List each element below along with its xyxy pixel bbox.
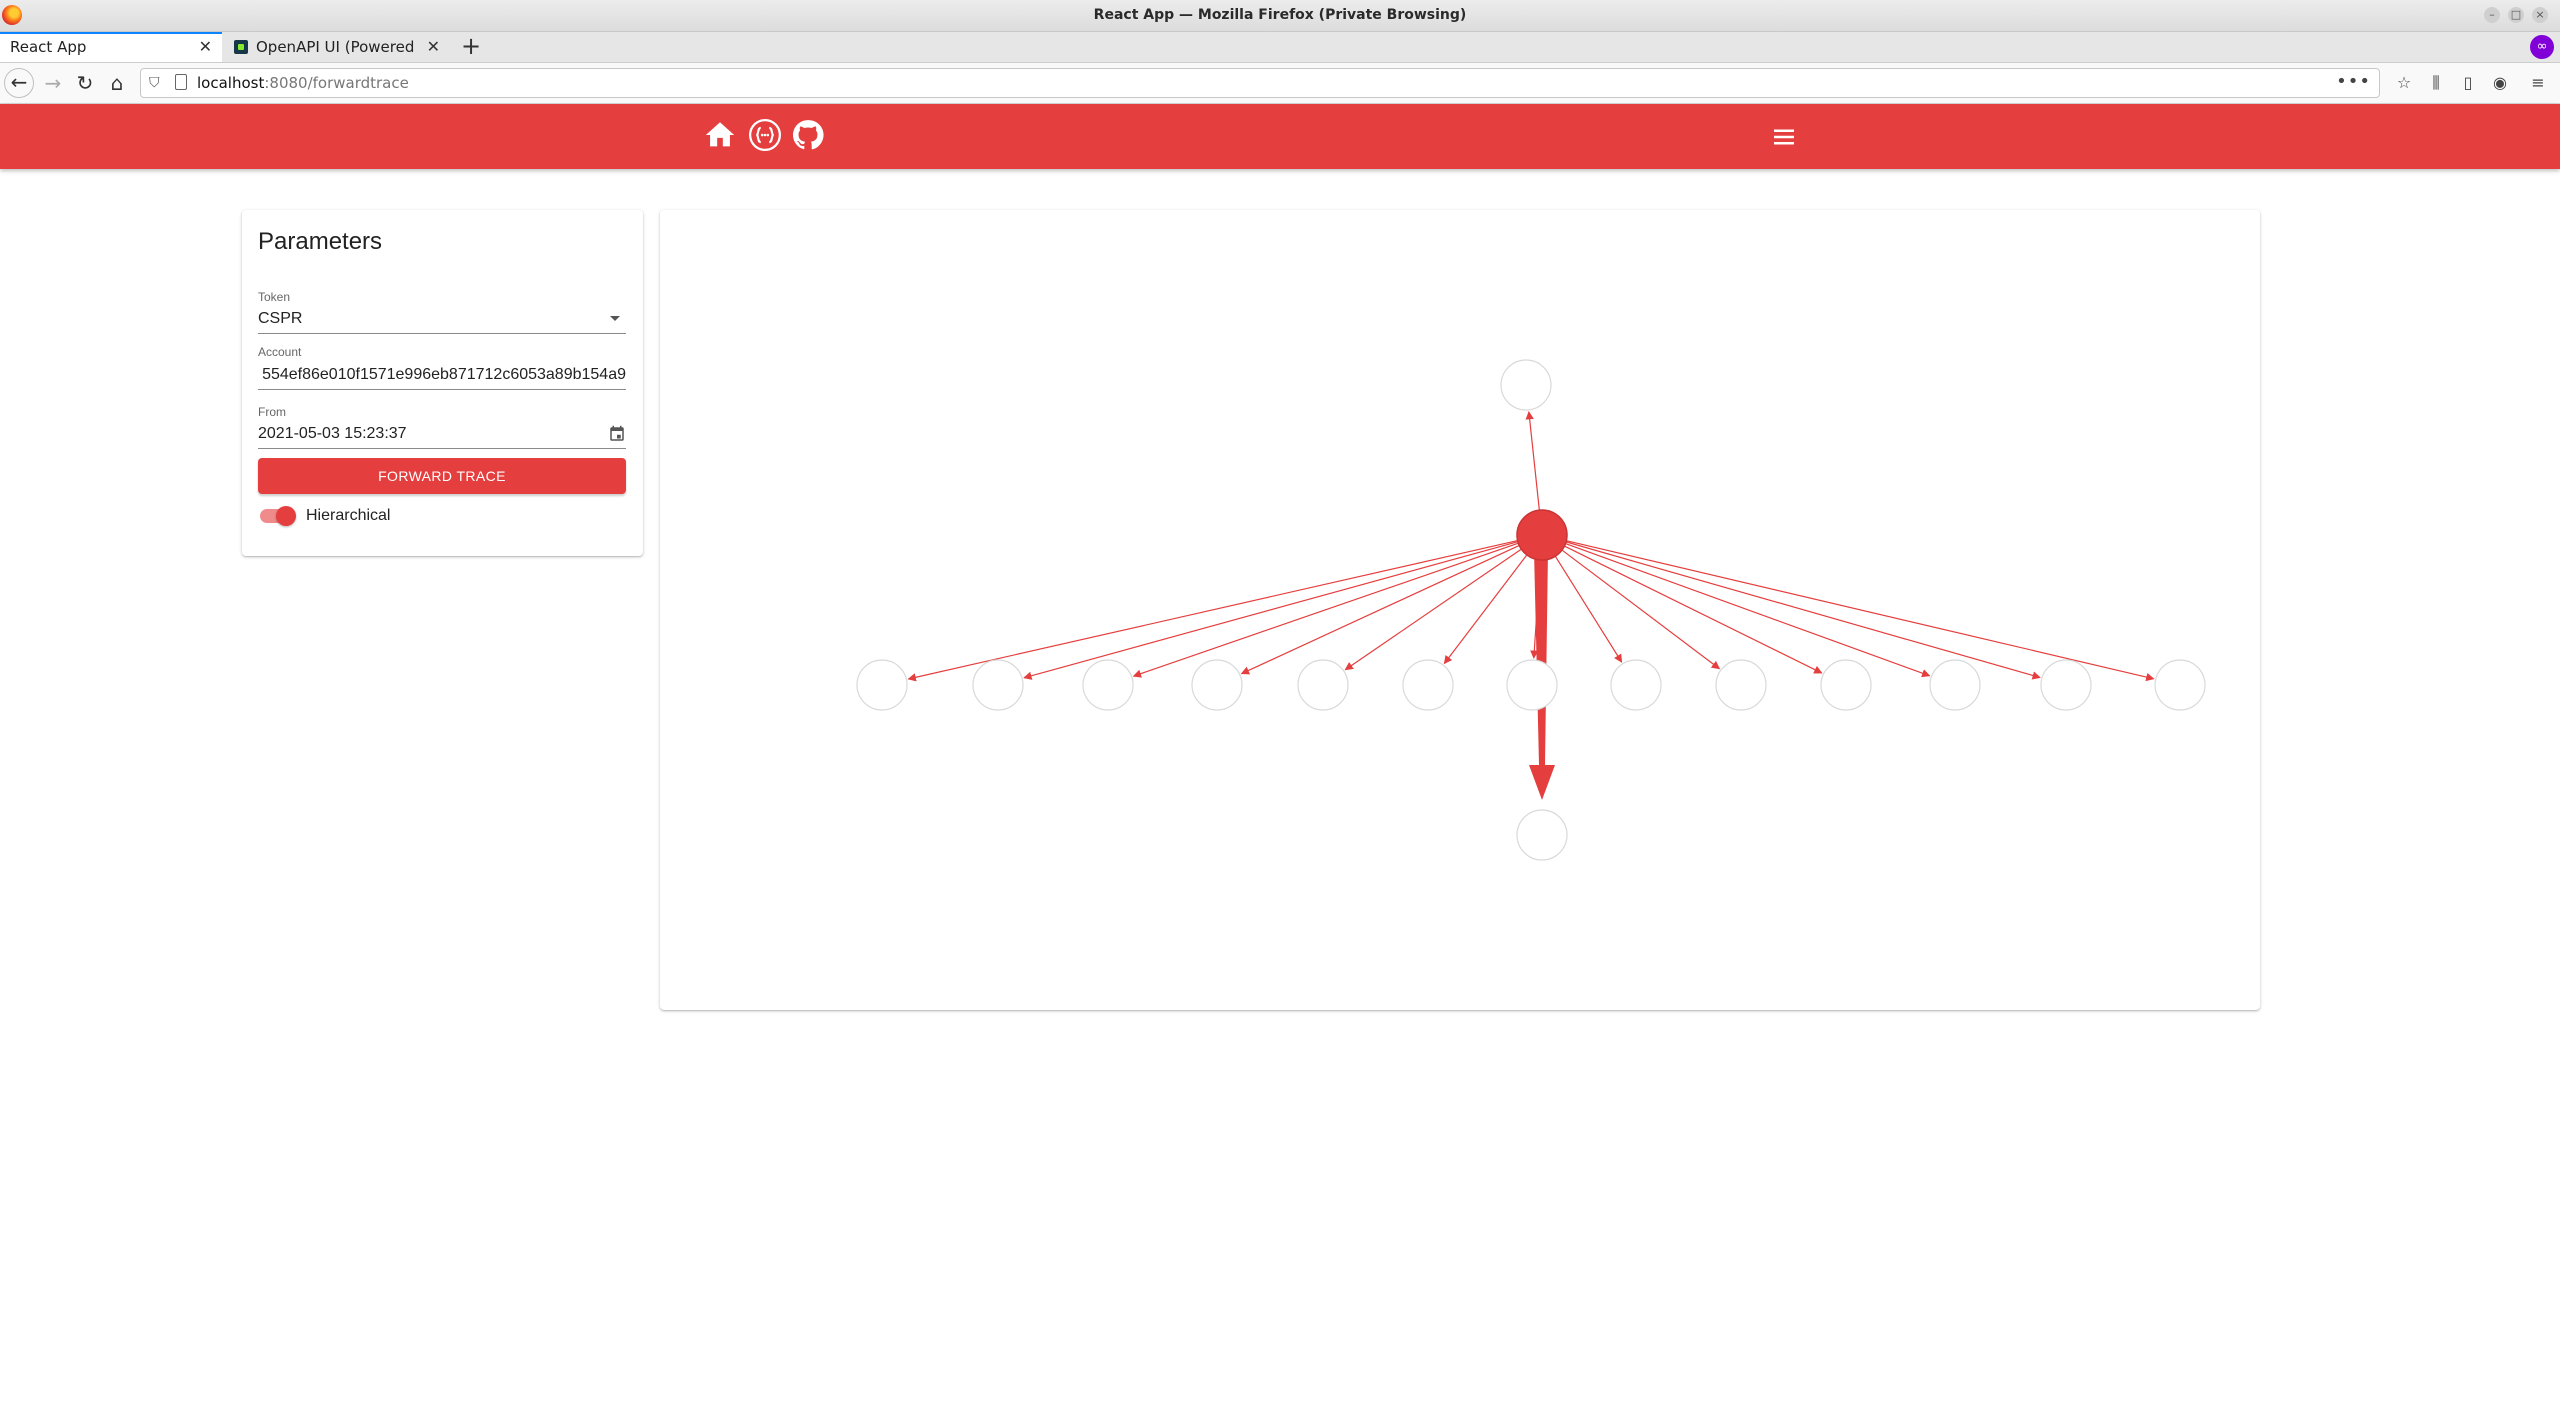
library-icon[interactable]: ⫼ [2424, 71, 2448, 95]
graph-node-bottom[interactable] [1516, 809, 1568, 861]
tab-label: OpenAPI UI (Powered by [256, 38, 416, 56]
hierarchical-label: Hierarchical [306, 507, 391, 524]
hamburger-menu-icon[interactable] [1768, 122, 1800, 152]
graph-edge[interactable] [1554, 555, 1623, 663]
graph-card [660, 210, 2260, 1010]
hierarchical-toggle[interactable] [258, 504, 298, 528]
token-label: Token [258, 290, 291, 304]
graph-node-level1[interactable] [1715, 659, 1767, 711]
graph-edge[interactable] [1344, 548, 1522, 671]
app-header-bar [0, 104, 2560, 169]
graph-edge[interactable] [907, 539, 1518, 682]
token-value: CSPR [258, 310, 303, 327]
graph-edge[interactable] [1443, 554, 1528, 665]
forward-button[interactable]: → [38, 68, 68, 98]
account-icon[interactable]: ◉ [2488, 71, 2512, 95]
pocket-icon[interactable]: ☆ [2392, 71, 2416, 95]
graph-edge[interactable] [1561, 549, 1721, 670]
graph-edge[interactable] [1564, 545, 1823, 674]
home-button[interactable]: ⌂ [102, 68, 132, 98]
graph-edge[interactable] [1240, 544, 1520, 675]
graph-node-level1[interactable] [1929, 659, 1981, 711]
window-titlebar: React App — Mozilla Firefox (Private Bro… [0, 0, 2560, 32]
graph-node-level1[interactable] [1082, 659, 1134, 711]
navigation-toolbar: ← → ↻ ⌂ ⛉ localhost:8080/forwardtrace ••… [0, 63, 2560, 104]
close-icon[interactable]: ✕ [199, 34, 212, 60]
graph-node-level1[interactable] [1610, 659, 1662, 711]
graph-node-root[interactable] [1516, 509, 1568, 561]
page-actions-icon[interactable]: ••• [2336, 69, 2371, 95]
graph-node-level1[interactable] [2154, 659, 2206, 711]
page-info-icon[interactable] [175, 74, 187, 90]
graph-node-level1[interactable] [972, 659, 1024, 711]
graph-edge[interactable] [1565, 542, 1931, 678]
api-icon[interactable] [748, 118, 782, 152]
home-icon[interactable] [703, 118, 737, 152]
tab-openapi-ui[interactable]: OpenAPI UI (Powered by ✕ [224, 32, 450, 62]
from-datetime-input[interactable]: 2021-05-03 15:23:37 [258, 419, 626, 449]
from-label: From [258, 405, 286, 419]
graph-node-top[interactable] [1500, 359, 1552, 411]
graph-edge[interactable] [1525, 411, 1540, 511]
window-title: React App — Mozilla Firefox (Private Bro… [1093, 7, 1467, 23]
account-input[interactable]: 554ef86e010f1571e996eb871712c6053a89b154… [258, 360, 626, 390]
account-label: Account [258, 345, 302, 359]
graph-edge[interactable] [1132, 542, 1519, 678]
window-maximize-button[interactable]: □ [2508, 7, 2524, 23]
github-icon[interactable] [791, 118, 825, 152]
parameters-card: Parameters Token CSPR Account 554ef86e01… [242, 210, 643, 556]
graph-edge[interactable] [1566, 540, 2155, 682]
graph-node-level1[interactable] [1402, 659, 1454, 711]
graph-node-level1[interactable] [2040, 659, 2092, 711]
tab-react-app[interactable]: React App ✕ [0, 32, 222, 62]
url-bar[interactable]: ⛉ localhost:8080/forwardtrace ••• [140, 68, 2380, 98]
sidebar-icon[interactable]: ▯ [2456, 71, 2480, 95]
toggle-thumb [276, 506, 296, 526]
graph-node-level1[interactable] [856, 659, 908, 711]
calendar-icon[interactable] [608, 425, 626, 443]
trace-graph[interactable] [660, 210, 2260, 1010]
graph-node-level1[interactable] [1297, 659, 1349, 711]
close-icon[interactable]: ✕ [427, 32, 440, 62]
graph-edge[interactable] [1023, 541, 1519, 680]
graph-edge[interactable] [1565, 541, 2041, 680]
private-browsing-icon: ∞ [2530, 35, 2554, 59]
graph-node-level1[interactable] [1191, 659, 1243, 711]
from-value: 2021-05-03 15:23:37 [258, 425, 407, 442]
tracking-protection-shield-icon[interactable]: ⛉ [149, 75, 160, 91]
tab-label: React App [10, 38, 87, 56]
parameters-title: Parameters [258, 228, 383, 255]
swagger-favicon-icon [234, 40, 248, 54]
graph-node-level1[interactable] [1506, 659, 1558, 711]
tab-bar: React App ✕ OpenAPI UI (Powered by ✕ + ∞ [0, 32, 2560, 63]
back-button[interactable]: ← [4, 68, 34, 98]
chevron-down-icon [610, 316, 620, 321]
token-select[interactable]: CSPR [258, 304, 626, 334]
window-close-button[interactable]: × [2532, 7, 2548, 23]
account-value: 554ef86e010f1571e996eb871712c6053a89b154… [262, 366, 626, 383]
new-tab-button[interactable]: + [456, 32, 486, 62]
window-minimize-button[interactable]: – [2484, 7, 2500, 23]
forward-trace-button[interactable]: FORWARD TRACE [258, 458, 626, 494]
app-menu-icon[interactable]: ≡ [2526, 71, 2550, 95]
url-text[interactable]: localhost:8080/forwardtrace [197, 69, 409, 97]
reload-button[interactable]: ↻ [70, 68, 100, 98]
graph-node-level1[interactable] [1820, 659, 1872, 711]
